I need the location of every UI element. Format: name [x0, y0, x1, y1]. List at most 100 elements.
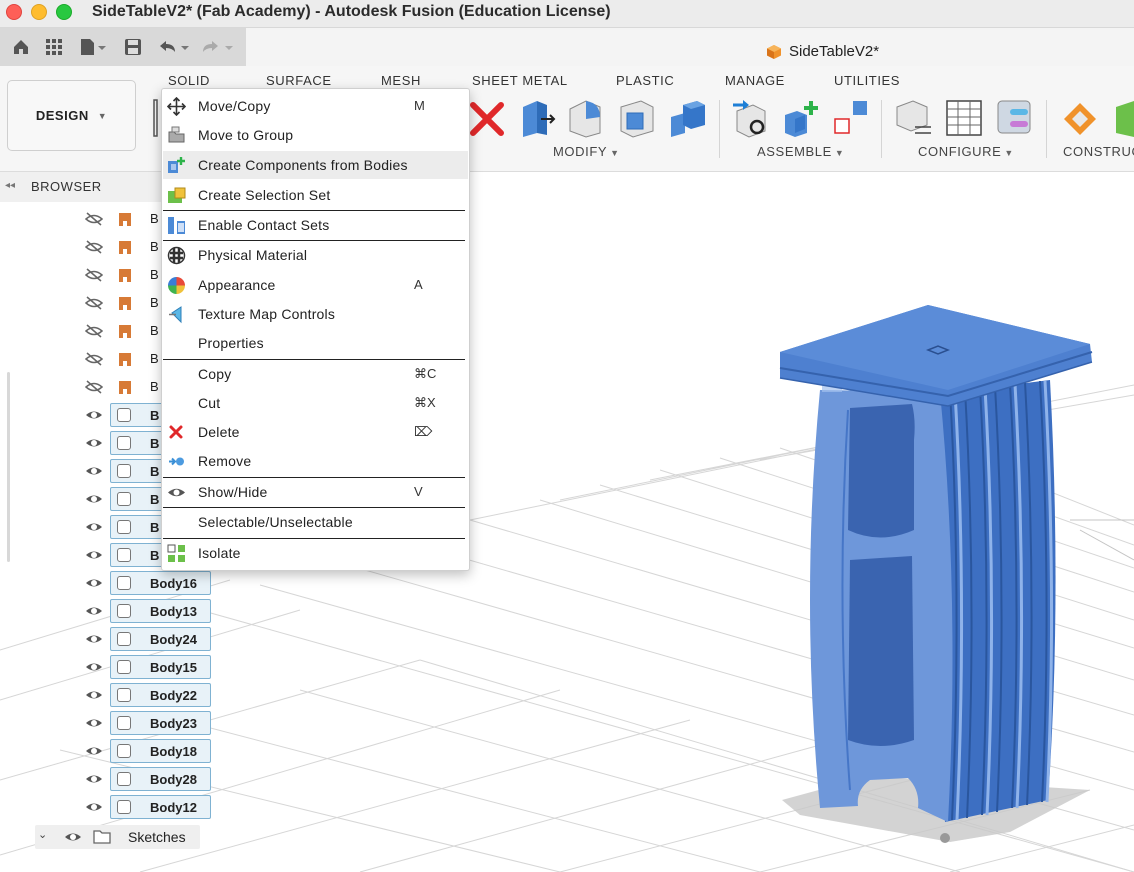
menu-item-move-copy[interactable]: Move/Copy M: [163, 92, 468, 120]
side-table-model[interactable]: [779, 305, 1093, 843]
press-pull-icon[interactable]: [517, 97, 557, 139]
menu-item-texture-map-controls[interactable]: Texture Map Controls: [163, 300, 468, 328]
document-tab[interactable]: SideTableV2*: [789, 43, 879, 60]
configure-rule-icon[interactable]: [994, 97, 1034, 139]
body-icon: [117, 604, 131, 618]
collapse-panel-icon[interactable]: ◂◂: [5, 180, 15, 191]
undo-icon[interactable]: [157, 38, 191, 56]
eye-visible-icon[interactable]: [85, 800, 103, 814]
eye-visible-icon[interactable]: [85, 464, 103, 478]
eye-visible-icon[interactable]: [64, 830, 82, 844]
menu-item-selectable[interactable]: Selectable/Unselectable: [163, 508, 468, 536]
eye-visible-icon[interactable]: [85, 436, 103, 450]
tab-manage[interactable]: MANAGE: [725, 73, 785, 88]
tab-sheet-metal[interactable]: SHEET METAL: [472, 73, 568, 88]
menu-item-isolate[interactable]: Isolate: [163, 539, 468, 567]
eye-hidden-icon[interactable]: [85, 380, 103, 394]
eye-visible-icon[interactable]: [85, 744, 103, 758]
menu-item-copy[interactable]: Copy ⌘C: [163, 360, 468, 388]
eye-visible-icon[interactable]: [85, 520, 103, 534]
tab-surface[interactable]: SURFACE: [266, 73, 332, 88]
eye-visible-icon[interactable]: [85, 548, 103, 562]
menu-item-delete[interactable]: Delete ⌦: [163, 418, 468, 446]
browser-row-body[interactable]: Body13: [82, 598, 217, 624]
eye-visible-icon[interactable]: [85, 716, 103, 730]
selection-set-icon: [168, 187, 186, 203]
browser-row-sketches[interactable]: ⌄ Sketches: [35, 825, 200, 849]
body-icon: [117, 716, 131, 730]
menu-item-physical-material[interactable]: Physical Material: [163, 241, 468, 269]
shell-icon[interactable]: [617, 97, 657, 139]
as-built-joint-icon[interactable]: [831, 97, 871, 139]
browser-row-body[interactable]: Body12: [82, 794, 217, 820]
menu-item-cut[interactable]: Cut ⌘X: [163, 389, 468, 417]
body-orange-icon: [119, 325, 131, 338]
close-window-button[interactable]: [6, 4, 22, 20]
menu-item-label: Physical Material: [198, 247, 308, 263]
assemble-group-label[interactable]: ASSEMBLE ▼: [757, 144, 844, 159]
home-icon[interactable]: [12, 38, 30, 56]
eye-visible-icon[interactable]: [85, 772, 103, 786]
joint-icon[interactable]: [781, 97, 821, 139]
file-menu-icon[interactable]: [80, 38, 106, 56]
tab-mesh[interactable]: MESH: [381, 73, 421, 88]
workspace-switcher-button[interactable]: DESIGN ▼: [7, 80, 136, 151]
browser-row-body[interactable]: Body24: [82, 626, 217, 652]
configuration-table-icon[interactable]: [944, 97, 984, 139]
eye-hidden-icon[interactable]: [85, 212, 103, 226]
menu-item-show-hide[interactable]: Show/Hide V: [163, 478, 468, 506]
browser-row-body[interactable]: Body28: [82, 766, 217, 792]
menu-item-properties[interactable]: Properties: [163, 329, 468, 357]
body-icon: [117, 548, 131, 562]
eye-visible-icon[interactable]: [85, 688, 103, 702]
eye-visible-icon[interactable]: [85, 604, 103, 618]
configure-group-label[interactable]: CONFIGURE ▼: [918, 144, 1014, 159]
browser-row-label: B: [150, 211, 159, 226]
tab-plastic[interactable]: PLASTIC: [616, 73, 674, 88]
menu-item-appearance[interactable]: Appearance A: [163, 271, 468, 299]
menu-item-create-selection-set[interactable]: Create Selection Set: [163, 181, 468, 209]
redo-icon[interactable]: [201, 38, 235, 56]
fillet-icon[interactable]: [566, 97, 606, 139]
save-icon[interactable]: [124, 38, 142, 56]
body-row-box: Body24: [110, 627, 211, 651]
eye-visible-icon[interactable]: [85, 660, 103, 674]
eye-hidden-icon[interactable]: [85, 352, 103, 366]
menu-item-enable-contact-sets[interactable]: Enable Contact Sets: [163, 211, 468, 239]
menu-item-label: Copy: [198, 366, 232, 382]
create-component-icon: [168, 157, 185, 173]
browser-row-body[interactable]: Body15: [82, 654, 217, 680]
chevron-down-icon[interactable]: ⌄: [38, 828, 47, 841]
eye-visible-icon[interactable]: [85, 576, 103, 590]
tab-solid[interactable]: SOLID: [168, 73, 210, 88]
menu-item-label: Selectable/Unselectable: [198, 514, 353, 530]
zoom-window-button[interactable]: [56, 4, 72, 20]
modify-group-label[interactable]: MODIFY ▼: [553, 144, 620, 159]
menu-item-remove[interactable]: Remove: [163, 447, 468, 475]
combine-icon[interactable]: [667, 97, 707, 139]
parameters-icon[interactable]: [893, 97, 933, 139]
browser-row-body[interactable]: Body22: [82, 682, 217, 708]
tab-utilities[interactable]: UTILITIES: [834, 73, 900, 88]
browser-row-label: B: [150, 267, 159, 282]
eye-visible-icon[interactable]: [85, 408, 103, 422]
midplane-icon[interactable]: [1112, 97, 1134, 139]
eye-visible-icon[interactable]: [85, 492, 103, 506]
eye-visible-icon[interactable]: [85, 632, 103, 646]
offset-plane-icon[interactable]: [1062, 97, 1102, 139]
browser-row-body[interactable]: Body18: [82, 738, 217, 764]
eye-hidden-icon[interactable]: [85, 240, 103, 254]
browser-row-body[interactable]: Body16: [82, 570, 217, 596]
folder-group-icon: [168, 126, 185, 143]
construct-group-label[interactable]: CONSTRUC: [1063, 144, 1134, 159]
menu-item-move-to-group[interactable]: Move to Group: [163, 121, 468, 149]
new-component-icon[interactable]: [731, 97, 771, 139]
menu-item-create-components[interactable]: Create Components from Bodies: [163, 151, 468, 179]
grid-icon[interactable]: [45, 38, 63, 56]
delete-tool-icon[interactable]: [467, 97, 507, 139]
minimize-window-button[interactable]: [31, 4, 47, 20]
eye-hidden-icon[interactable]: [85, 268, 103, 282]
eye-hidden-icon[interactable]: [85, 296, 103, 310]
eye-hidden-icon[interactable]: [85, 324, 103, 338]
browser-row-body[interactable]: Body23: [82, 710, 217, 736]
